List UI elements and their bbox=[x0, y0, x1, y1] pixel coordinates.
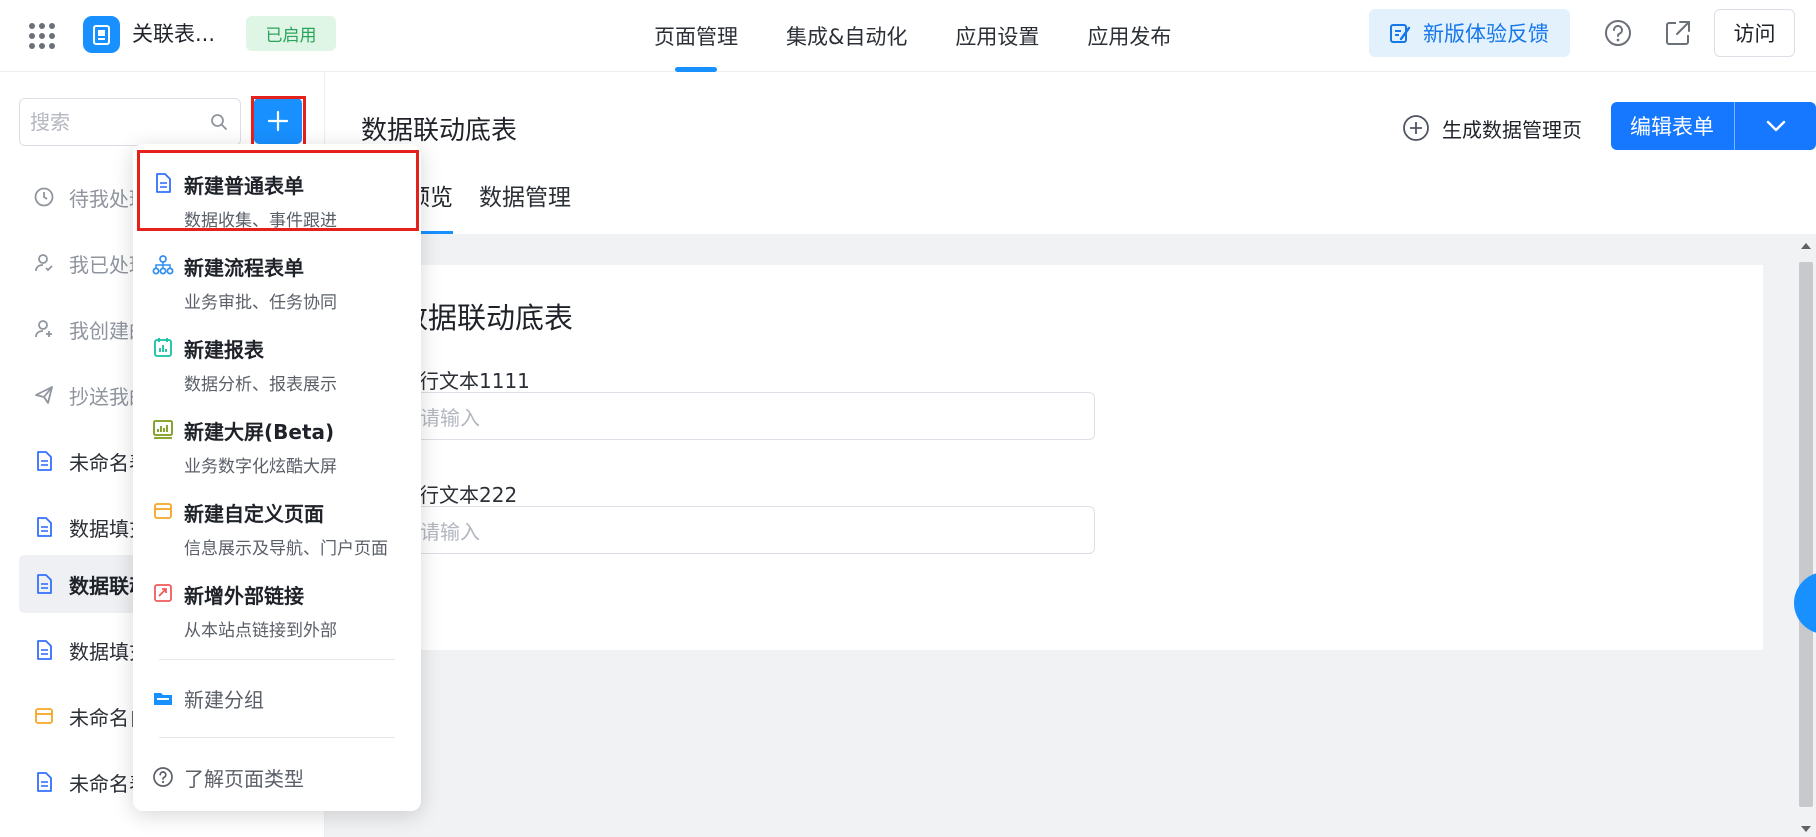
scrollbar-thumb[interactable] bbox=[1799, 262, 1813, 807]
menu-item-desc: 数据收集、事件跟进 bbox=[184, 211, 337, 231]
new-page-dropdown: 新建普通表单 数据收集、事件跟进 新建流程表单 业务审批、任务协同 新建报表 数… bbox=[133, 144, 421, 811]
form-title: 数据联动底表 bbox=[399, 301, 574, 335]
menu-item-desc: 业务数字化炫酷大屏 bbox=[184, 457, 337, 477]
user-check-icon bbox=[35, 254, 53, 272]
status-badge: 已启用 bbox=[246, 16, 336, 51]
feedback-label: 新版体验反馈 bbox=[1423, 22, 1549, 46]
top-bar: 关联表... 已启用 页面管理 集成&自动化 应用设置 应用发布 新版体验反馈 … bbox=[0, 0, 1816, 72]
learn-page-types-label: 了解页面类型 bbox=[184, 766, 304, 791]
page-title: 数据联动底表 bbox=[361, 116, 518, 146]
help-icon[interactable] bbox=[1603, 18, 1633, 48]
menu-item-new-custom-page[interactable]: 新建自定义页面 信息展示及导航、门户页面 bbox=[133, 478, 421, 559]
external-link-icon bbox=[154, 584, 172, 602]
help-icon bbox=[153, 767, 173, 787]
menu-item-desc: 业务审批、任务协同 bbox=[184, 293, 337, 313]
edit-form-button[interactable]: 编辑表单 bbox=[1611, 102, 1816, 150]
open-external-icon[interactable] bbox=[1663, 18, 1693, 48]
menu-item-desc: 数据分析、报表展示 bbox=[184, 375, 337, 395]
form-card: 数据联动底表 单行文本1111 请输入 单行文本222 请输入 bbox=[363, 265, 1763, 650]
menu-item-learn-page-types[interactable]: 了解页面类型 bbox=[133, 752, 421, 802]
menu-item-desc: 信息展示及导航、门户页面 bbox=[184, 539, 388, 559]
sidebar-search bbox=[19, 98, 241, 146]
menu-divider bbox=[159, 659, 395, 660]
add-page-button[interactable] bbox=[254, 98, 302, 144]
chevron-down-icon[interactable] bbox=[1735, 120, 1816, 132]
plus-circle-icon bbox=[1403, 115, 1429, 141]
menu-item-new-external-link[interactable]: 新增外部链接 从本站点链接到外部 bbox=[133, 560, 421, 641]
edit-form-label: 编辑表单 bbox=[1630, 115, 1714, 139]
report-icon bbox=[154, 338, 172, 357]
form-icon bbox=[37, 517, 52, 537]
form-icon bbox=[37, 574, 52, 594]
menu-item-title: 新建报表 bbox=[184, 338, 264, 362]
app-name[interactable]: 关联表... bbox=[132, 20, 215, 48]
menu-item-title: 新增外部链接 bbox=[184, 584, 304, 608]
visit-button[interactable]: 访问 bbox=[1714, 9, 1795, 57]
menu-item-desc: 从本站点链接到外部 bbox=[184, 621, 337, 641]
menu-item-new-flow-form[interactable]: 新建流程表单 业务审批、任务协同 bbox=[133, 232, 421, 313]
main-content: 数据联动底表 生成数据管理页 编辑表单 表单预览 数据管理 数据联动底表 单行文… bbox=[325, 72, 1816, 837]
feedback-button[interactable]: 新版体验反馈 bbox=[1369, 9, 1570, 57]
form-icon bbox=[37, 772, 52, 792]
app-grid-icon[interactable] bbox=[28, 22, 56, 50]
app-logo-icon bbox=[83, 16, 120, 53]
tab-integration-automation[interactable]: 集成&自动化 bbox=[762, 0, 931, 72]
scroll-down-arrow-icon[interactable] bbox=[1800, 825, 1812, 833]
tab-page-management[interactable]: 页面管理 bbox=[630, 0, 762, 72]
generate-label: 生成数据管理页 bbox=[1442, 117, 1582, 142]
edit-note-icon bbox=[1390, 24, 1411, 43]
tab-data-management[interactable]: 数据管理 bbox=[479, 172, 571, 234]
menu-item-title: 新建流程表单 bbox=[184, 256, 304, 280]
send-icon bbox=[35, 386, 53, 404]
form-icon bbox=[37, 451, 52, 471]
form-icon bbox=[37, 640, 52, 660]
search-icon bbox=[211, 114, 227, 130]
top-nav: 页面管理 集成&自动化 应用设置 应用发布 bbox=[630, 0, 1195, 72]
custom-page-icon bbox=[35, 708, 53, 724]
dashboard-icon bbox=[153, 420, 173, 439]
plus-icon bbox=[267, 110, 289, 132]
menu-item-title: 新建大屏(Beta) bbox=[184, 420, 335, 444]
text-field-2[interactable]: 请输入 bbox=[399, 506, 1095, 554]
menu-item-new-group[interactable]: 新建分组 bbox=[133, 673, 421, 723]
custom-page-icon bbox=[154, 503, 172, 519]
search-input[interactable] bbox=[30, 99, 200, 145]
form-icon bbox=[156, 173, 171, 193]
clock-icon bbox=[34, 187, 54, 207]
menu-divider bbox=[159, 737, 395, 738]
menu-item-title: 新建普通表单 bbox=[184, 174, 304, 198]
menu-item-new-form[interactable]: 新建普通表单 数据收集、事件跟进 bbox=[133, 150, 421, 231]
generate-data-page-button[interactable]: 生成数据管理页 bbox=[1402, 108, 1582, 148]
form-canvas: 数据联动底表 单行文本1111 请输入 单行文本222 请输入 bbox=[325, 234, 1816, 837]
scroll-up-arrow-icon[interactable] bbox=[1800, 242, 1812, 250]
flow-icon bbox=[152, 255, 174, 275]
menu-item-new-report[interactable]: 新建报表 数据分析、报表展示 bbox=[133, 314, 421, 395]
menu-item-new-dashboard[interactable]: 新建大屏(Beta) 业务数字化炫酷大屏 bbox=[133, 396, 421, 477]
user-plus-icon bbox=[35, 320, 52, 338]
folder-icon bbox=[154, 693, 172, 705]
tab-app-publish[interactable]: 应用发布 bbox=[1063, 0, 1195, 72]
new-group-label: 新建分组 bbox=[184, 687, 264, 712]
text-field-1[interactable]: 请输入 bbox=[399, 392, 1095, 440]
tab-app-settings[interactable]: 应用设置 bbox=[931, 0, 1063, 72]
vertical-scrollbar[interactable] bbox=[1796, 234, 1816, 837]
menu-item-title: 新建自定义页面 bbox=[184, 502, 324, 526]
